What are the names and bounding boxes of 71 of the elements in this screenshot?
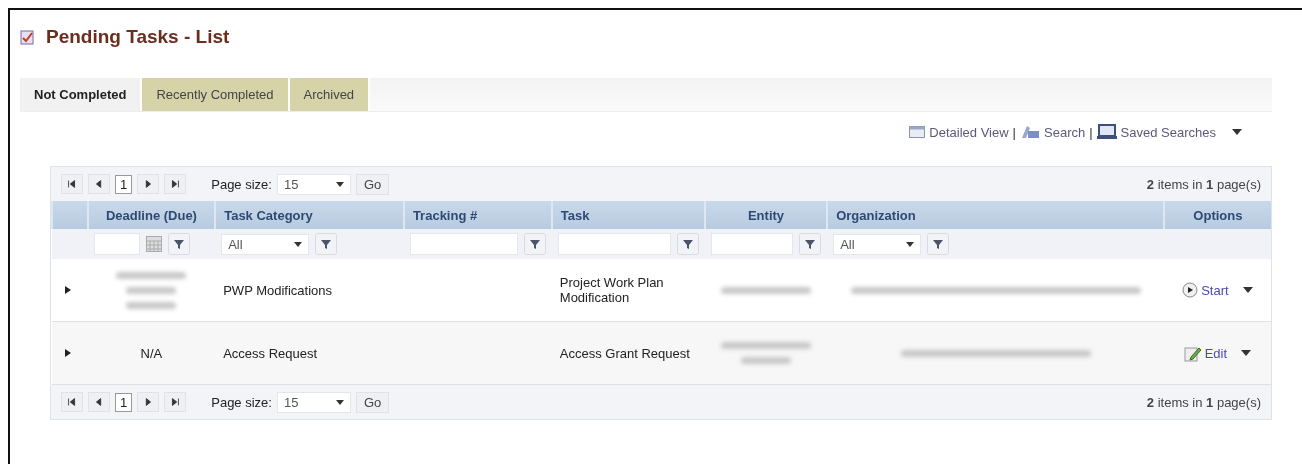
filter-icon[interactable] xyxy=(167,233,190,255)
table-cell: Access Grant Request xyxy=(559,345,690,361)
first-arrow-icon xyxy=(66,178,78,190)
first-page-button[interactable] xyxy=(61,392,83,412)
items-summary: 2 items in 1 page(s) xyxy=(1146,176,1261,192)
separator: | xyxy=(1089,124,1093,140)
pencil-note-icon xyxy=(1183,344,1202,362)
caret-icon[interactable] xyxy=(1242,287,1253,293)
go-button[interactable]: Go xyxy=(355,173,390,195)
table-cell: N/A xyxy=(140,345,163,361)
toolbar-link[interactable]: Search xyxy=(1020,124,1086,140)
previous-page-button[interactable] xyxy=(88,174,110,194)
filter-icon[interactable] xyxy=(315,233,338,255)
filter-field[interactable] xyxy=(557,233,671,255)
link-label[interactable]: Detailed View xyxy=(929,124,1009,140)
page-title: Pending Tasks - List xyxy=(46,26,230,48)
filter-icon[interactable] xyxy=(523,233,546,255)
expand-icon[interactable] xyxy=(64,347,72,358)
caret-icon xyxy=(906,241,915,247)
column-header[interactable]: Organization xyxy=(836,207,916,223)
date-field[interactable] xyxy=(93,233,140,255)
first-arrow-icon xyxy=(66,396,78,408)
action-link[interactable]: Edit xyxy=(1183,344,1228,362)
binoculars-icon xyxy=(1020,124,1040,140)
page-number[interactable]: 1 xyxy=(115,174,133,194)
action-link[interactable]: Start xyxy=(1182,282,1229,298)
filter-select[interactable]: All xyxy=(833,233,922,255)
link-label[interactable]: Saved Searches xyxy=(1120,124,1216,140)
separator: | xyxy=(1012,124,1016,140)
last-page-button[interactable] xyxy=(164,174,187,194)
table-cell: Access Request xyxy=(223,345,318,361)
column-header[interactable]: Task xyxy=(560,207,590,223)
caret-icon xyxy=(294,241,303,247)
column-header[interactable]: Entity xyxy=(747,207,785,223)
filter-field[interactable] xyxy=(710,233,794,255)
tab[interactable]: Archived xyxy=(289,78,369,111)
play-icon xyxy=(1182,282,1199,298)
last-arrow-icon xyxy=(169,396,182,408)
page-number[interactable]: 1 xyxy=(115,392,133,412)
filter-icon[interactable] xyxy=(927,233,950,255)
monitor-icon xyxy=(1096,124,1117,140)
next-page-button[interactable] xyxy=(137,392,160,412)
toolbar-link[interactable]: Detailed View xyxy=(909,124,1009,140)
page-size-select[interactable]: 15 xyxy=(276,173,351,195)
caret-icon[interactable] xyxy=(1232,129,1242,135)
link-label[interactable]: Search xyxy=(1044,124,1086,140)
items-summary: 2 items in 1 page(s) xyxy=(1146,394,1261,410)
next-page-button[interactable] xyxy=(137,174,160,194)
table-cell: PWP Modifications xyxy=(223,282,333,298)
caret-icon xyxy=(335,399,344,405)
caret-icon xyxy=(335,181,344,187)
last-arrow-icon xyxy=(169,178,182,190)
page-size-label: Page size: xyxy=(211,176,272,192)
last-page-button[interactable] xyxy=(164,392,187,412)
page-size-select[interactable]: 15 xyxy=(276,391,351,413)
filter-icon[interactable] xyxy=(676,233,699,255)
go-button[interactable]: Go xyxy=(355,391,390,413)
clipboard-icon xyxy=(20,29,34,45)
caret-icon[interactable] xyxy=(1241,350,1252,356)
filter-select[interactable]: All xyxy=(221,233,310,255)
previous-page-button[interactable] xyxy=(88,392,110,412)
tab[interactable]: Recently Completed xyxy=(142,78,288,111)
page-size-label: Page size: xyxy=(211,394,272,410)
tab[interactable]: Not Completed xyxy=(20,78,141,111)
window-icon xyxy=(909,126,926,138)
first-page-button[interactable] xyxy=(61,174,83,194)
toolbar-link[interactable]: Saved Searches xyxy=(1096,124,1216,140)
filter-field[interactable] xyxy=(409,233,518,255)
expand-icon[interactable] xyxy=(64,284,72,295)
filter-icon[interactable] xyxy=(799,233,822,255)
table-cell: Project Work Plan Modification xyxy=(559,275,664,305)
